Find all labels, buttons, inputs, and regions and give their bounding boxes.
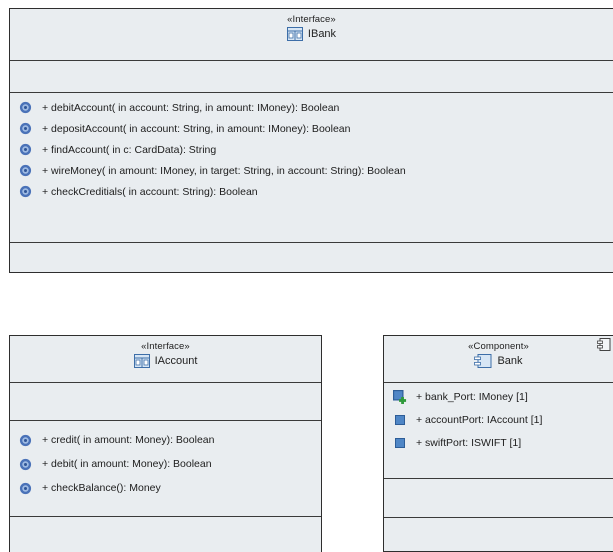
iaccount-stereotype: «Interface» (141, 341, 190, 352)
operation-label: + checkCreditials( in account: String): … (42, 185, 258, 198)
iaccount-operations-section: + credit( in amount: Money): Boolean + d… (10, 421, 321, 517)
ibank-stereotype: «Interface» (287, 14, 336, 25)
port-icon (395, 414, 405, 425)
component-symbol-icon (597, 338, 611, 351)
iaccount-attributes-section (10, 383, 321, 421)
interface-icon (286, 27, 303, 41)
operation-label: + wireMoney( in amount: IMoney, in targe… (42, 164, 406, 177)
port-row[interactable]: + accountPort: IAccount [1] (384, 408, 613, 431)
port-label: + swiftPort: ISWIFT [1] (416, 436, 522, 449)
gear-icon (19, 164, 32, 177)
operation-row[interactable]: + wireMoney( in amount: IMoney, in targe… (10, 160, 613, 181)
gear-icon (19, 482, 32, 494)
gear-icon (19, 434, 32, 446)
bank-middle-section (384, 479, 613, 518)
operation-row[interactable]: + debitAccount( in account: String, in a… (10, 97, 613, 118)
operation-row[interactable]: + checkCreditials( in account: String): … (10, 181, 613, 202)
ibank-name: IBank (307, 28, 337, 40)
gear-icon (19, 143, 32, 156)
operation-label: + findAccount( in c: CardData): String (42, 143, 217, 156)
bank-header: «Component» Bank (384, 336, 613, 383)
port-row[interactable]: + bank_Port: IMoney [1] (384, 385, 613, 408)
ibank-interface-box[interactable]: «Interface» IBank + debitAccount( in acc… (9, 8, 613, 273)
bank-ports-section: + bank_Port: IMoney [1] + accountPort: I… (384, 383, 613, 479)
ibank-operations-section: + debitAccount( in account: String, in a… (10, 93, 613, 243)
port-plus-icon (393, 389, 407, 404)
gear-icon (19, 101, 32, 114)
iaccount-name: IAccount (154, 355, 198, 367)
bank-bottom-section (384, 518, 613, 551)
ibank-bottom-section (10, 243, 613, 272)
gear-icon (19, 458, 32, 470)
operation-label: + debitAccount( in account: String, in a… (42, 101, 340, 114)
component-icon (474, 354, 492, 368)
ibank-attributes-section (10, 61, 613, 93)
operation-label: + depositAccount( in account: String, in… (42, 122, 351, 135)
operation-row[interactable]: + findAccount( in c: CardData): String (10, 139, 613, 160)
bank-stereotype: «Component» (468, 341, 529, 352)
interface-icon (133, 354, 150, 368)
ibank-header: «Interface» IBank (10, 9, 613, 61)
operation-label: + checkBalance(): Money (42, 482, 161, 494)
operation-row[interactable]: + checkBalance(): Money (10, 476, 321, 500)
gear-icon (19, 185, 32, 198)
port-row[interactable]: + swiftPort: ISWIFT [1] (384, 431, 613, 454)
iaccount-header: «Interface» IAccount (10, 336, 321, 383)
operation-row[interactable]: + depositAccount( in account: String, in… (10, 118, 613, 139)
port-icon (395, 437, 405, 448)
operation-row[interactable]: + credit( in amount: Money): Boolean (10, 428, 321, 452)
bank-component-box[interactable]: «Component» Bank + bank_Port: IMoney [1] (383, 335, 613, 552)
port-label: + bank_Port: IMoney [1] (416, 390, 528, 403)
gear-icon (19, 122, 32, 135)
bank-name: Bank (497, 355, 523, 367)
operation-label: + debit( in amount: Money): Boolean (42, 458, 212, 470)
iaccount-bottom-section (10, 517, 321, 552)
operation-label: + credit( in amount: Money): Boolean (42, 434, 215, 446)
iaccount-interface-box[interactable]: «Interface» IAccount + credit( in amount… (9, 335, 322, 552)
port-label: + accountPort: IAccount [1] (416, 413, 543, 426)
operation-row[interactable]: + debit( in amount: Money): Boolean (10, 452, 321, 476)
